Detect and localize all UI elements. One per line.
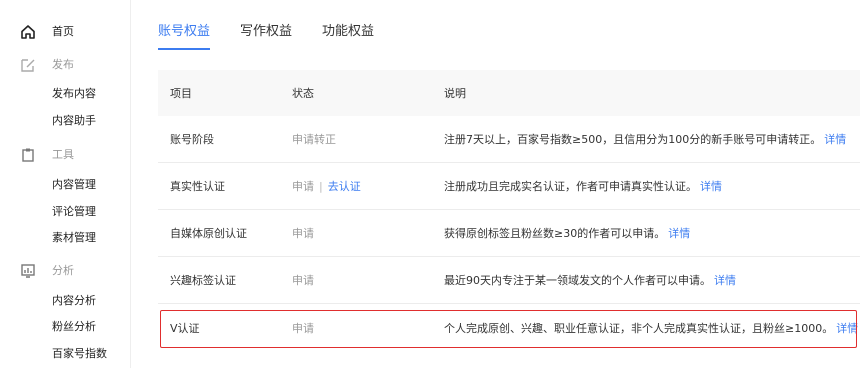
- row-description: 注册7天以上，百家号指数≥500，且信用分为100分的新手账号可申请转正。 详情: [444, 116, 846, 162]
- edit-icon: [20, 57, 36, 73]
- sidebar-item-label: 内容分析: [52, 294, 96, 307]
- sidebar-item-content-analysis[interactable]: 内容分析: [0, 289, 131, 313]
- sidebar-item-label: 内容管理: [52, 178, 96, 191]
- row-description: 个人完成原创、兴趣、职业任意认证，非个人完成真实性认证，且粉丝≥1000。 详情: [444, 304, 858, 351]
- column-header-description: 说明: [444, 87, 466, 100]
- tab-account-rights[interactable]: 账号权益: [158, 18, 211, 50]
- description-text: 注册成功且完成实名认证，作者可申请真实性认证。: [444, 180, 697, 193]
- details-link[interactable]: 详情: [714, 272, 736, 288]
- rights-table: 项目 状态 说明 账号阶段 申请转正 注册7天以上，百家号指数≥500，且信用分…: [158, 70, 860, 351]
- row-status: 申请: [292, 321, 314, 335]
- table-header: 项目 状态 说明: [158, 70, 860, 116]
- sidebar-item-comment-management[interactable]: 评论管理: [0, 200, 131, 224]
- sidebar-group-label: 发布: [52, 58, 74, 71]
- go-verify-link[interactable]: 去认证: [328, 178, 361, 194]
- status-text: 申请: [292, 180, 314, 193]
- row-item: 兴趣标签认证: [170, 274, 236, 287]
- description-text: 个人完成原创、兴趣、职业任意认证，非个人完成真实性认证，且粉丝≥1000。: [444, 321, 834, 335]
- table-row: 自媒体原创认证 申请 获得原创标签且粉丝数≥30的作者可以申请。 详情: [158, 210, 860, 257]
- details-link[interactable]: 详情: [824, 131, 846, 147]
- status-divider: |: [319, 179, 323, 193]
- description-text: 注册7天以上，百家号指数≥500，且信用分为100分的新手账号可申请转正。: [444, 133, 822, 146]
- details-link[interactable]: 详情: [700, 178, 722, 194]
- sidebar: 首页 发布 发布内容 内容助手 工具 内容管理 评论管理 素材管理 分析 内容分…: [0, 0, 131, 368]
- tab-feature-rights[interactable]: 功能权益: [322, 18, 374, 48]
- table-row: 兴趣标签认证 申请 最近90天内专注于某一领域发文的个人作者可以申请。 详情: [158, 257, 860, 304]
- row-description: 注册成功且完成实名认证，作者可申请真实性认证。 详情: [444, 163, 722, 209]
- sidebar-item-content-management[interactable]: 内容管理: [0, 173, 131, 197]
- row-description: 获得原创标签且粉丝数≥30的作者可以申请。 详情: [444, 210, 690, 256]
- sidebar-item-label: 粉丝分析: [52, 320, 96, 333]
- description-text: 获得原创标签且粉丝数≥30的作者可以申请。: [444, 227, 666, 240]
- chart-icon: [20, 263, 36, 279]
- sidebar-item-content-assistant[interactable]: 内容助手: [0, 109, 131, 133]
- details-link[interactable]: 详情: [668, 225, 690, 241]
- home-icon: [20, 24, 36, 40]
- row-item: V认证: [170, 321, 200, 335]
- column-header-item: 项目: [170, 87, 192, 100]
- table-row: 账号阶段 申请转正 注册7天以上，百家号指数≥500，且信用分为100分的新手账…: [158, 116, 860, 163]
- details-link[interactable]: 详情: [836, 320, 858, 336]
- table-row: 真实性认证 申请 | 去认证 注册成功且完成实名认证，作者可申请真实性认证。 详…: [158, 163, 860, 210]
- row-status: 申请 | 去认证: [292, 163, 361, 209]
- row-status: 申请转正: [292, 133, 336, 146]
- row-status: 申请: [292, 227, 314, 240]
- sidebar-item-fans-analysis[interactable]: 粉丝分析: [0, 315, 131, 339]
- clipboard-icon: [20, 147, 36, 163]
- row-item: 自媒体原创认证: [170, 227, 247, 240]
- description-text: 最近90天内专注于某一领域发文的个人作者可以申请。: [444, 274, 711, 287]
- sidebar-group-label: 工具: [52, 148, 74, 161]
- sidebar-group-analytics: 分析: [0, 259, 131, 283]
- sidebar-group-tools: 工具: [0, 143, 131, 167]
- sidebar-group-label: 分析: [52, 264, 74, 277]
- column-header-status: 状态: [292, 87, 314, 100]
- row-item: 账号阶段: [170, 133, 214, 146]
- sidebar-item-label: 素材管理: [52, 231, 96, 244]
- row-status: 申请: [292, 274, 314, 287]
- sidebar-item-baijiahao-index[interactable]: 百家号指数: [0, 342, 131, 366]
- sidebar-item-label: 发布内容: [52, 87, 96, 100]
- sidebar-item-label: 首页: [52, 25, 74, 38]
- sidebar-item-home[interactable]: 首页: [0, 20, 131, 44]
- tab-writing-rights[interactable]: 写作权益: [240, 18, 292, 48]
- row-description: 最近90天内专注于某一领域发文的个人作者可以申请。 详情: [444, 257, 736, 303]
- tab-bar: 账号权益 写作权益 功能权益: [158, 18, 404, 50]
- sidebar-item-publish-content[interactable]: 发布内容: [0, 82, 131, 106]
- sidebar-item-label: 百家号指数: [52, 347, 107, 360]
- sidebar-item-label: 评论管理: [52, 205, 96, 218]
- row-item: 真实性认证: [170, 180, 225, 193]
- table-row: V认证 申请 个人完成原创、兴趣、职业任意认证，非个人完成真实性认证，且粉丝≥1…: [158, 304, 860, 351]
- sidebar-item-label: 内容助手: [52, 114, 96, 127]
- sidebar-item-material-management[interactable]: 素材管理: [0, 226, 131, 250]
- sidebar-group-publish: 发布: [0, 53, 131, 77]
